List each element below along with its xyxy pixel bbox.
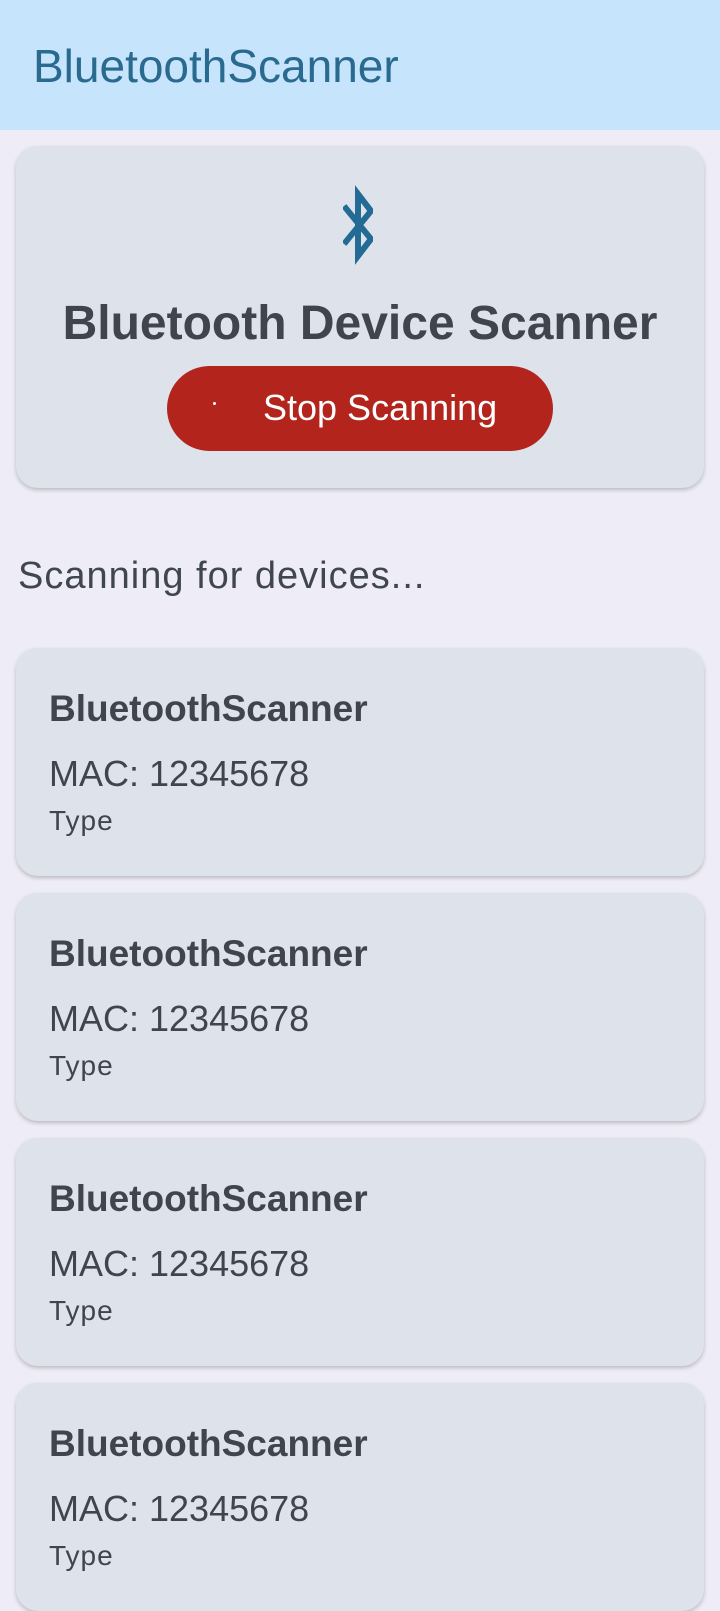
scanner-title: Bluetooth Device Scanner bbox=[62, 297, 658, 350]
device-name: BluetoothScanner bbox=[49, 933, 368, 974]
device-name: BluetoothScanner bbox=[49, 1423, 368, 1464]
progress-spinner-icon bbox=[213, 402, 216, 405]
device-card[interactable]: BluetoothScanner MAC: 12345678 Type bbox=[16, 1138, 704, 1366]
device-mac: MAC: 12345678 bbox=[49, 1488, 310, 1529]
app-title: BluetoothScanner bbox=[33, 40, 399, 92]
device-type: Type bbox=[49, 1295, 114, 1326]
scanner-header-card: Bluetooth Device Scanner Stop Scanning bbox=[16, 146, 704, 488]
device-mac: MAC: 12345678 bbox=[49, 753, 310, 794]
scan-status-text: Scanning for devices... bbox=[18, 555, 426, 597]
bluetooth-icon bbox=[343, 185, 373, 265]
stop-scanning-label: Stop Scanning bbox=[263, 387, 498, 428]
device-name: BluetoothScanner bbox=[49, 1178, 368, 1219]
device-card[interactable]: BluetoothScanner MAC: 12345678 Type bbox=[16, 1383, 704, 1611]
device-type: Type bbox=[49, 805, 114, 836]
device-mac: MAC: 12345678 bbox=[49, 998, 310, 1039]
app-bar: BluetoothScanner bbox=[0, 0, 720, 130]
device-name: BluetoothScanner bbox=[49, 688, 368, 729]
device-mac: MAC: 12345678 bbox=[49, 1243, 310, 1284]
device-card[interactable]: BluetoothScanner MAC: 12345678 Type bbox=[16, 648, 704, 876]
device-card[interactable]: BluetoothScanner MAC: 12345678 Type bbox=[16, 893, 704, 1121]
stop-scanning-button[interactable]: Stop Scanning bbox=[167, 366, 553, 451]
device-type: Type bbox=[49, 1050, 114, 1081]
device-type: Type bbox=[49, 1540, 114, 1571]
